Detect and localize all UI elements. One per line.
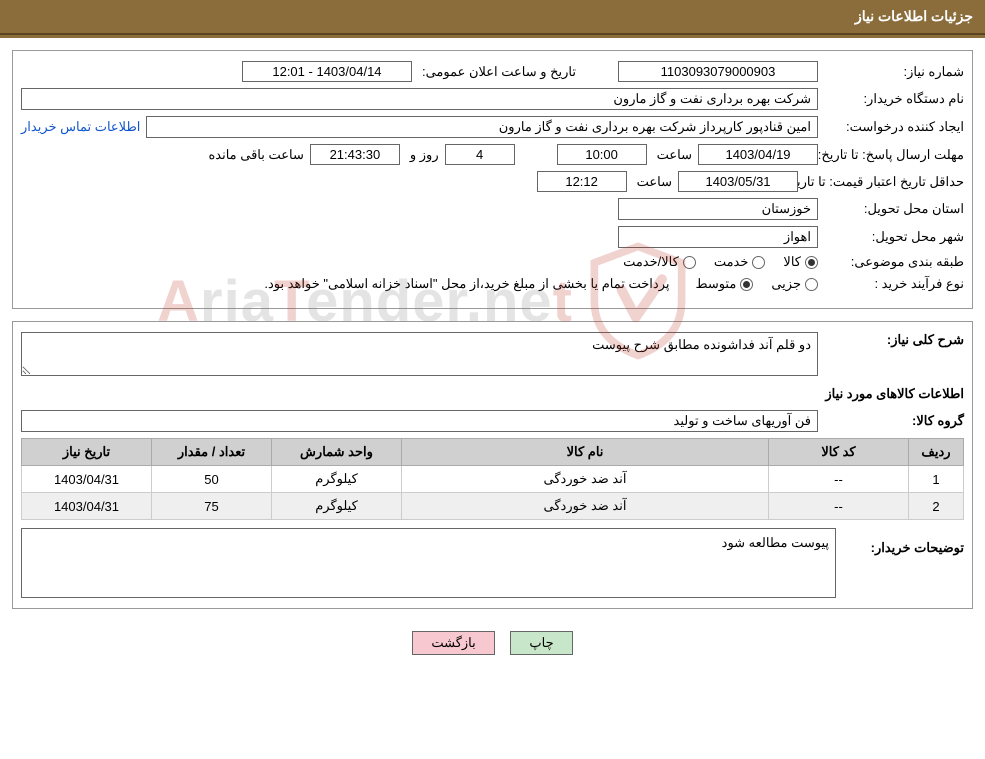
radio-icon: [752, 256, 765, 269]
subject-class-opt1-label: کالا: [783, 254, 801, 270]
deadline-label: مهلت ارسال پاسخ: تا تاریخ:: [824, 147, 964, 163]
cell-qty: 75: [152, 493, 272, 520]
validity-time: 12:12: [537, 171, 627, 192]
col-date: تاریخ نیاز: [22, 439, 152, 466]
purchase-type-opt-minor[interactable]: جزیی: [771, 276, 818, 292]
buyer-desc-value: پیوست مطالعه شود: [21, 528, 836, 598]
col-qty: تعداد / مقدار: [152, 439, 272, 466]
deadline-time-label: ساعت: [653, 147, 692, 163]
subject-class-opt-kala[interactable]: کالا: [783, 254, 818, 270]
cell-unit: کیلوگرم: [272, 493, 402, 520]
items-panel: شرح کلی نیاز: دو قلم آند فداشونده مطابق …: [12, 321, 973, 609]
cell-name: آند ضد خوردگی: [402, 493, 769, 520]
purchase-type-label: نوع فرآیند خرید :: [824, 276, 964, 292]
buyer-org-value: شرکت بهره برداری نفت و گاز مارون: [21, 88, 818, 110]
page-title-bar: جزئیات اطلاعات نیاز: [0, 0, 985, 35]
overall-desc-label: شرح کلی نیاز:: [824, 332, 964, 348]
buyer-contact-link[interactable]: اطلاعات تماس خریدار: [21, 119, 140, 135]
col-row: ردیف: [909, 439, 964, 466]
cell-code: --: [769, 493, 909, 520]
cell-name: آند ضد خوردگی: [402, 466, 769, 493]
details-panel: AriaTender.net شماره نیاز: 1103093079000…: [12, 50, 973, 309]
cell-code: --: [769, 466, 909, 493]
items-table: ردیف کد کالا نام کالا واحد شمارش تعداد /…: [21, 438, 964, 520]
cell-date: 1403/04/31: [22, 493, 152, 520]
items-info-heading: اطلاعات کالاهای مورد نیاز: [21, 386, 964, 402]
button-row: چاپ بازگشت: [0, 621, 985, 669]
deadline-date: 1403/04/19: [698, 144, 818, 165]
group-label: گروه کالا:: [824, 413, 964, 429]
radio-icon: [805, 256, 818, 269]
validity-time-label: ساعت: [633, 174, 672, 190]
overall-desc-value: دو قلم آند فداشونده مطابق شرح پیوست: [21, 332, 818, 376]
purchase-type-opt1-label: جزیی: [771, 276, 801, 292]
subject-class-group: کالا خدمت کالا/خدمت: [623, 254, 818, 270]
buyer-org-label: نام دستگاه خریدار:: [824, 91, 964, 107]
city-label: شهر محل تحویل:: [824, 229, 964, 245]
announce-label: تاریخ و ساعت اعلان عمومی:: [418, 64, 576, 80]
need-no-label: شماره نیاز:: [824, 64, 964, 80]
cell-qty: 50: [152, 466, 272, 493]
buyer-desc-label: توضیحات خریدار:: [844, 528, 964, 556]
purchase-type-opt2-label: متوسط: [695, 276, 736, 292]
subject-class-opt-khedmat[interactable]: خدمت: [714, 254, 766, 270]
print-button[interactable]: چاپ: [510, 631, 572, 655]
purchase-note: پرداخت تمام یا بخشی از مبلغ خرید،از محل …: [260, 276, 669, 292]
subject-class-opt2-label: خدمت: [714, 254, 749, 270]
group-value: فن آوریهای ساخت و تولید: [21, 410, 818, 432]
cell-unit: کیلوگرم: [272, 466, 402, 493]
city-value: اهواز: [618, 226, 818, 248]
cell-row: 1: [909, 466, 964, 493]
days-remaining: 4: [445, 144, 515, 165]
purchase-type-opt-medium[interactable]: متوسط: [695, 276, 753, 292]
table-row: 1 -- آند ضد خوردگی کیلوگرم 50 1403/04/31: [22, 466, 964, 493]
cell-date: 1403/04/31: [22, 466, 152, 493]
table-row: 2 -- آند ضد خوردگی کیلوگرم 75 1403/04/31: [22, 493, 964, 520]
purchase-type-group: جزیی متوسط: [695, 276, 818, 292]
remain-label: ساعت باقی مانده: [204, 147, 303, 163]
validity-date: 1403/05/31: [678, 171, 798, 192]
validity-label: حداقل تاریخ اعتبار قیمت: تا تاریخ:: [804, 174, 964, 190]
announce-value: 1403/04/14 - 12:01: [242, 61, 412, 82]
subject-class-label: طبقه بندی موضوعی:: [824, 254, 964, 270]
radio-icon: [740, 278, 753, 291]
subject-class-opt3-label: کالا/خدمت: [623, 254, 679, 270]
col-unit: واحد شمارش: [272, 439, 402, 466]
back-button[interactable]: بازگشت: [412, 631, 494, 655]
requester-value: امین قنادپور کارپرداز شرکت بهره برداری ن…: [146, 116, 818, 138]
province-label: استان محل تحویل:: [824, 201, 964, 217]
countdown: 21:43:30: [310, 144, 400, 165]
subject-class-opt-both[interactable]: کالا/خدمت: [623, 254, 696, 270]
radio-icon: [683, 256, 696, 269]
page-title: جزئیات اطلاعات نیاز: [855, 8, 973, 24]
cell-row: 2: [909, 493, 964, 520]
header-divider: [0, 35, 985, 38]
province-value: خوزستان: [618, 198, 818, 220]
need-no-value: 1103093079000903: [618, 61, 818, 82]
days-and-label: روز و: [406, 147, 439, 163]
col-name: نام کالا: [402, 439, 769, 466]
col-code: کد کالا: [769, 439, 909, 466]
radio-icon: [805, 278, 818, 291]
requester-label: ایجاد کننده درخواست:: [824, 119, 964, 135]
deadline-time: 10:00: [557, 144, 647, 165]
